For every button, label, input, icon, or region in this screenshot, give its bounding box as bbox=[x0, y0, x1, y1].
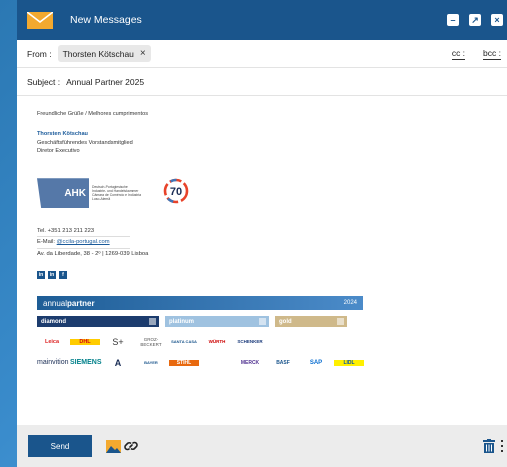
ahk-logo-block: AHK Deutsch-Portugiesische Industrie- un… bbox=[37, 176, 197, 210]
anniversary-70-logo: 70 bbox=[163, 178, 189, 204]
bcc-button[interactable]: bcc : bbox=[483, 48, 501, 60]
partner-logo: Leica bbox=[44, 338, 60, 345]
signature: Freundliche Grüße / Melhores cumprimento… bbox=[37, 110, 507, 156]
partner-logo: STIHL bbox=[169, 359, 199, 366]
partner-logos: Leica DHL S+ GROZ-BECKERT SANTA CASA WÜR… bbox=[37, 332, 364, 372]
linkedin-icon[interactable]: in bbox=[48, 271, 56, 280]
insert-image-icon[interactable] bbox=[106, 439, 121, 453]
compose-footer: Send bbox=[17, 425, 507, 467]
from-label: From : bbox=[27, 48, 52, 59]
partner-logo: WÜRTH bbox=[208, 339, 226, 345]
social-links: in in f bbox=[37, 271, 507, 280]
insert-link-icon[interactable] bbox=[124, 439, 138, 453]
tier-label: platinum bbox=[169, 318, 194, 325]
trash-icon[interactable] bbox=[483, 439, 495, 453]
recipient-chip[interactable]: Thorsten Kötschau × bbox=[57, 45, 151, 62]
address: Av. da Liberdade, 38 - 2º | 1269-039 Lis… bbox=[37, 250, 149, 257]
contact-info: Tel. +351 213 211 223 E-Mail: @ccila-por… bbox=[37, 226, 507, 259]
partner-tiers: diamond platinum gold bbox=[37, 316, 363, 328]
anniversary-number: 70 bbox=[170, 186, 182, 198]
partner-logo: LIDL bbox=[334, 359, 364, 366]
partner-logo: GROZ-BECKERT bbox=[140, 336, 162, 347]
email-label: E-Mail: bbox=[37, 239, 57, 246]
phone: Tel. +351 213 211 223 bbox=[37, 228, 95, 235]
cc-button[interactable]: cc : bbox=[451, 48, 466, 60]
partner-logo: mainvition bbox=[37, 359, 69, 367]
tier-label: diamond bbox=[41, 318, 66, 325]
partner-logo: SIEMENS bbox=[70, 359, 102, 367]
message-body[interactable]: Freundliche Grüße / Melhores cumprimento… bbox=[17, 96, 507, 425]
compose-window: New Messages – ↗ × From : Thorsten Kötsc… bbox=[17, 0, 507, 467]
role-pt: Diretor Executivo bbox=[37, 148, 80, 155]
maximize-button[interactable]: ↗ bbox=[469, 14, 481, 26]
tier-platinum: platinum bbox=[165, 316, 269, 328]
ahk-logo: AHK bbox=[37, 178, 89, 209]
partner-logo: SCHENKER bbox=[237, 339, 263, 345]
partner-logo: SAP bbox=[309, 359, 323, 366]
more-options-icon[interactable] bbox=[501, 440, 504, 452]
partner-logo: BASF bbox=[276, 359, 290, 366]
tier-marker-icon bbox=[259, 318, 266, 326]
partner-logo: BAYER bbox=[144, 360, 158, 366]
signer-name: Thorsten Kötschau bbox=[37, 130, 88, 137]
facebook-icon[interactable]: f bbox=[59, 271, 67, 280]
ahk-text: Deutsch-Portugiesische Industrie- und Ha… bbox=[92, 185, 142, 202]
partner-logo: MERCK bbox=[240, 359, 260, 366]
partner-logo: SANTA CASA bbox=[171, 339, 197, 345]
tier-gold: gold bbox=[275, 316, 347, 328]
from-row: From : Thorsten Kötschau × cc : bcc : bbox=[17, 40, 507, 68]
annual-partner-bar: annual partner 2024 bbox=[37, 296, 363, 311]
banner-title-bold: partner bbox=[67, 298, 95, 308]
recipient-name: Thorsten Kötschau bbox=[62, 48, 134, 59]
tier-label: gold bbox=[279, 318, 292, 325]
ahk-text-line: Luso-Alemã bbox=[92, 197, 111, 202]
close-button[interactable]: × bbox=[491, 14, 503, 26]
tier-diamond: diamond bbox=[37, 316, 159, 328]
annual-partner-banner: annual partner 2024 diamond platinum gold… bbox=[37, 296, 364, 372]
subject-row[interactable]: Subject : Annual Partner 2025 bbox=[17, 68, 507, 96]
subject-input[interactable]: Annual Partner 2025 bbox=[66, 77, 144, 87]
tier-marker-icon bbox=[337, 318, 344, 326]
subject-label: Subject : bbox=[27, 76, 61, 87]
window-title: New Messages bbox=[70, 14, 142, 26]
banner-year: 2024 bbox=[343, 300, 357, 307]
greeting: Freundliche Grüße / Melhores cumprimento… bbox=[37, 111, 148, 117]
partner-logo: A bbox=[114, 357, 122, 368]
envelope-icon bbox=[27, 11, 53, 29]
role-de: Geschäftsführendes Vorstandsmitglied bbox=[37, 139, 133, 146]
minimize-button[interactable]: – bbox=[447, 14, 459, 26]
social-icon[interactable]: in bbox=[37, 271, 45, 280]
tier-marker-icon bbox=[149, 318, 156, 326]
send-button[interactable]: Send bbox=[28, 435, 92, 457]
banner-title-light: annual bbox=[43, 298, 68, 308]
partner-logo: DHL bbox=[70, 338, 100, 345]
partner-logo: S+ bbox=[112, 336, 124, 347]
title-bar: New Messages – ↗ × bbox=[17, 0, 507, 40]
email-link[interactable]: @ccila-portugal.com bbox=[57, 239, 110, 245]
remove-recipient-icon[interactable]: × bbox=[140, 48, 146, 59]
